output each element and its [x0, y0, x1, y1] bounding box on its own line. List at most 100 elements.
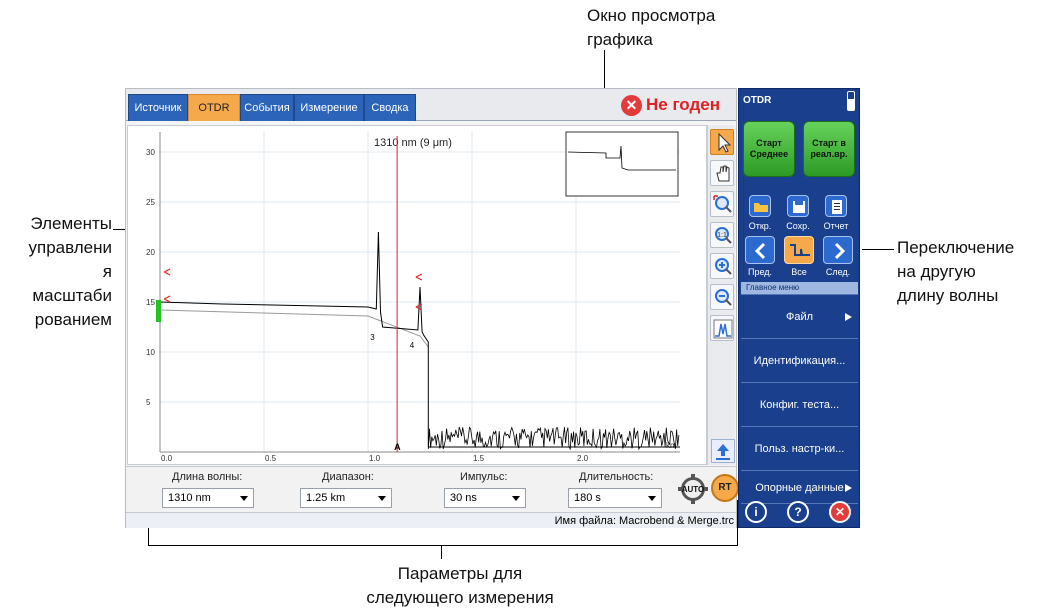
tab-summary[interactable]: Сводка [364, 94, 416, 121]
range-select[interactable]: 1.25 km [300, 488, 392, 508]
panel-title: OTDR [743, 95, 772, 106]
chevron-down-icon [378, 496, 386, 501]
info-icon: i [754, 505, 758, 519]
menu-item-test-config[interactable]: Конфиг. теста... [741, 382, 858, 426]
callout-zoom-line-1: Элементы [30, 214, 112, 233]
y-tick-label: 10 [146, 348, 155, 357]
menu-item-file[interactable]: Файл [741, 294, 858, 338]
y-tick-label: 20 [146, 248, 155, 257]
menu-item-user-prefs-label: Польз. настр-ки... [754, 443, 845, 455]
menu-item-identification[interactable]: Идентификация... [741, 338, 858, 382]
pointer-icon [718, 132, 732, 153]
main-menu-header: Главное меню [741, 282, 858, 294]
close-button[interactable]: ✕ [829, 501, 851, 523]
leader-params-center-v [441, 545, 442, 559]
triangle-right-icon [845, 313, 852, 321]
leader-params-h [148, 545, 738, 546]
start-average-line-1: Старт [756, 138, 782, 148]
event-arrow-marker [415, 273, 423, 281]
toolbar-button-pointer[interactable] [710, 129, 734, 155]
close-icon: ✕ [834, 505, 846, 519]
otdr-trace-chart[interactable]: 0.0 0.5 1.0 1.5 2.051015202530km1310 nm (9 μ… [128, 126, 706, 464]
x-tick-label: 1.0 [369, 454, 381, 463]
tab-events[interactable]: События [240, 94, 294, 121]
y-tick-label: 30 [146, 148, 155, 157]
next-wavelength-button[interactable] [823, 236, 853, 264]
status-text: Не годен [646, 95, 720, 114]
file-name-text: Имя файла: Macrobend & Merge.trc [554, 515, 734, 527]
info-button[interactable]: i [745, 501, 767, 523]
callout-zoom-line-5: рованием [34, 310, 112, 329]
duration-select[interactable]: 180 s [568, 488, 662, 508]
noise-floor-trace [427, 426, 680, 451]
toolbar-button-hand-pan[interactable] [710, 160, 734, 186]
menu-item-test-config-label: Конфиг. теста... [759, 399, 840, 411]
all-wavelengths-button[interactable] [784, 236, 814, 264]
callout-zoom-line-3: я [102, 262, 112, 281]
zoom-in-icon [715, 258, 732, 275]
toolbar-button-auto-zoom[interactable] [710, 315, 734, 341]
callout-params-line-2: следующего измерения [366, 588, 554, 607]
report-button[interactable] [825, 195, 847, 217]
trace-icon [790, 244, 810, 256]
zoom-out-icon [715, 289, 732, 306]
event-label-3: 3 [370, 333, 375, 342]
previous-wavelength-button[interactable] [745, 236, 775, 264]
start-average-button[interactable]: Старт Среднее [743, 121, 795, 177]
auto-settings-button[interactable]: AUTO [678, 474, 708, 504]
toolbar-button-zoom-fit[interactable] [710, 191, 734, 217]
tab-measurement[interactable]: Измерение [294, 94, 364, 121]
help-icon: ? [794, 505, 802, 519]
open-button[interactable] [749, 195, 771, 217]
chevron-right-icon [834, 242, 846, 260]
y-tick-label: 5 [146, 398, 151, 407]
toolbar-button-zoom-in[interactable] [710, 253, 734, 279]
wavelength-select[interactable]: 1310 nm [162, 488, 254, 508]
folder-icon [754, 203, 768, 212]
report-icon [832, 200, 842, 214]
start-realtime-button[interactable]: Старт в реал.вр. [803, 121, 855, 177]
pulse-value: 30 ns [450, 492, 477, 504]
x-circle-icon: ✕ [621, 94, 642, 116]
callout-wl-line-1: Переключение [897, 238, 1015, 257]
range-label: Диапазон: [322, 471, 374, 483]
tab-source[interactable]: Источник [128, 94, 188, 121]
toolbar-button-zoom-one-to-one[interactable]: 1:1 [710, 222, 734, 248]
arrow-up-icon[interactable] [711, 439, 735, 463]
tab-bar: Источник OTDR События Измерение Сводка ✕… [126, 89, 736, 121]
chevron-down-icon [648, 496, 656, 501]
y-tick-label: 25 [146, 198, 155, 207]
auto-zoom-icon [713, 319, 733, 339]
chevron-left-icon [754, 242, 766, 260]
menu-item-user-prefs[interactable]: Польз. настр-ки... [741, 426, 858, 470]
start-realtime-line-1: Старт в [812, 138, 846, 148]
cursor-a-label: A [394, 442, 401, 452]
menu-item-reference-data[interactable]: Опорные данные [741, 470, 858, 504]
zoom-toolbar: 1:1 [707, 125, 735, 465]
pulse-select[interactable]: 30 ns [444, 488, 526, 508]
trace-series [159, 231, 680, 448]
x-tick-label: 2.0 [577, 454, 589, 463]
callout-graph-view: Окно просмотра графика [587, 6, 716, 49]
range-value: 1.25 km [306, 492, 346, 504]
save-button[interactable] [787, 195, 809, 217]
rt-button[interactable]: RT [711, 474, 739, 502]
duration-value: 180 s [574, 492, 601, 504]
launch-level-marker [156, 300, 161, 322]
x-tick-label: 1.5 [473, 454, 485, 463]
menu-item-file-label: Файл [785, 311, 814, 323]
graph-area[interactable]: 0.0 0.5 1.0 1.5 2.0 5 10 15 20 25 30 km 1310 nm (9 μ… [127, 125, 707, 465]
trace-series [159, 309, 429, 348]
callout-zoom-controls: Элементы управлени я масштаби рованием [28, 212, 112, 332]
toolbar-button-zoom-out[interactable] [710, 284, 734, 310]
tab-otdr[interactable]: OTDR [188, 94, 240, 121]
callout-wavelength-switch: Переключение на другую длину волны [897, 236, 1057, 308]
next-measurement-params: Длина волны: 1310 nm Диапазон: 1.25 km И… [126, 466, 739, 512]
callout-zoom-line-2: управлени [28, 238, 112, 257]
help-button[interactable]: ? [787, 501, 809, 523]
auto-label: AUTO [682, 485, 705, 494]
callout-params-line-1: Параметры для [397, 564, 523, 583]
event-arrow-marker [163, 295, 171, 303]
save-label: Сохр. [786, 221, 810, 231]
chart-title: 1310 nm (9 μm) [374, 137, 452, 149]
